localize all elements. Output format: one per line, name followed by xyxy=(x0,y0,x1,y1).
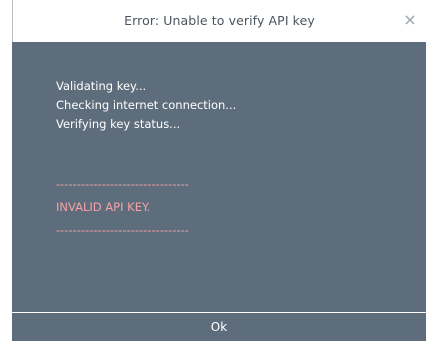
dialog-body: Validating key... Checking internet conn… xyxy=(12,42,426,312)
error-separator-bottom: -------------------------------- xyxy=(56,223,189,237)
log-line-connection: Checking internet connection... xyxy=(56,98,237,112)
close-icon[interactable]: × xyxy=(400,10,420,30)
error-block: -------------------------------- INVALID… xyxy=(56,173,189,242)
status-log: Validating key... Checking internet conn… xyxy=(56,77,236,134)
ok-button[interactable]: Ok xyxy=(12,313,426,341)
error-dialog: Error: Unable to verify API key × Valida… xyxy=(12,0,426,341)
dialog-title: Error: Unable to verify API key xyxy=(124,13,315,28)
log-line-status: Verifying key status... xyxy=(56,117,181,131)
error-separator-top: -------------------------------- xyxy=(56,177,189,191)
dialog-footer: Ok xyxy=(12,313,426,341)
dialog-titlebar: Error: Unable to verify API key × xyxy=(12,0,426,42)
error-message: INVALID API KEY. xyxy=(56,200,151,214)
log-line-validating: Validating key... xyxy=(56,79,147,93)
